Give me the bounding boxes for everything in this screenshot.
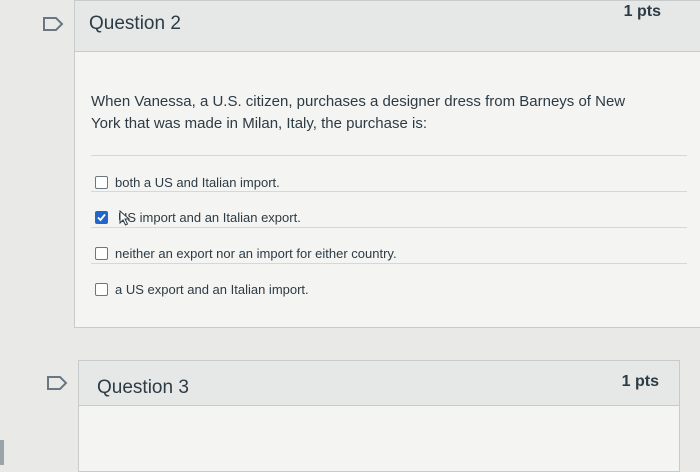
- answer-3-checkbox[interactable]: [95, 246, 108, 260]
- divider: [91, 263, 687, 264]
- answer-2-label: US import and an Italian export.: [118, 209, 301, 225]
- divider: [91, 227, 687, 228]
- answer-2-checkbox[interactable]: [95, 210, 108, 224]
- flag-question-3-icon[interactable]: [46, 375, 68, 391]
- scroll-indicator[interactable]: [0, 440, 4, 465]
- answer-3-label: neither an export nor an import for eith…: [115, 245, 397, 261]
- answer-4-checkbox[interactable]: [95, 282, 108, 296]
- flag-question-2-icon[interactable]: [42, 16, 64, 32]
- question-2-points: 1 pts: [623, 3, 661, 20]
- answer-1-label: both a US and Italian import.: [115, 174, 280, 190]
- answer-option-4[interactable]: a US export and an Italian import.: [95, 278, 309, 300]
- question-3-header: Question 3 1 pts: [79, 361, 679, 406]
- question-3-points: 1 pts: [621, 373, 659, 390]
- answer-option-1[interactable]: both a US and Italian import.: [95, 171, 280, 193]
- question-2-text: When Vanessa, a U.S. citizen, purchases …: [91, 93, 626, 132]
- divider: [91, 191, 687, 192]
- question-3-title: Question 3: [97, 377, 189, 398]
- question-2-title: Question 2: [89, 13, 181, 34]
- question-3-card: Question 3 1 pts: [78, 360, 680, 472]
- question-2-header: Question 2 1 pts: [75, 1, 700, 52]
- answer-option-3[interactable]: neither an export nor an import for eith…: [95, 242, 397, 264]
- answer-1-checkbox[interactable]: [95, 175, 108, 189]
- check-icon: [97, 213, 106, 221]
- answer-4-label: a US export and an Italian import.: [115, 281, 309, 297]
- mouse-pointer-icon: [119, 210, 131, 226]
- question-2-card: Question 2 1 pts When Vanessa, a U.S. ci…: [74, 0, 700, 328]
- divider: [91, 155, 687, 156]
